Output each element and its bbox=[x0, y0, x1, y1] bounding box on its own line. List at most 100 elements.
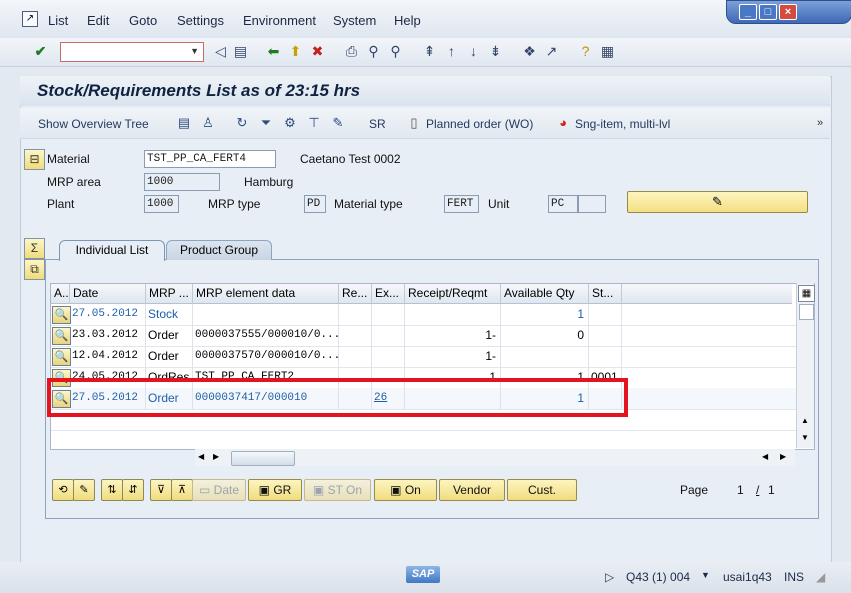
filter-settings-icon[interactable]: ⊤ bbox=[306, 115, 322, 131]
edit-button[interactable]: ✎ bbox=[627, 191, 808, 213]
column-header-mrp-element-data[interactable]: MRP element data bbox=[193, 284, 339, 304]
customize-layout-icon[interactable]: ▦ bbox=[599, 43, 616, 60]
sort-ascending-icon[interactable]: ⇅ bbox=[101, 479, 123, 501]
magnifier-icon[interactable]: 🔍 bbox=[52, 306, 71, 324]
enter-icon[interactable]: ✔ bbox=[32, 43, 49, 60]
show-overview-tree-button[interactable]: Show Overview Tree bbox=[38, 117, 149, 131]
column-header-ex[interactable]: Ex... bbox=[372, 284, 405, 304]
page-current[interactable]: 1 bbox=[737, 483, 744, 497]
find-icon[interactable]: ⚲ bbox=[365, 43, 382, 60]
scroll-right-end-icon[interactable]: ▶ bbox=[780, 452, 786, 461]
scroll-left-icon[interactable]: ◀ bbox=[198, 452, 204, 461]
magnifier-icon[interactable]: 🔍 bbox=[52, 348, 71, 366]
scroll-left-end-icon[interactable]: ◀ bbox=[762, 452, 768, 461]
unit-field: PC bbox=[548, 195, 578, 213]
command-input[interactable] bbox=[61, 43, 187, 59]
expand-icon[interactable]: ⧉ bbox=[24, 259, 45, 280]
back-icon[interactable]: ⬅ bbox=[265, 43, 282, 60]
column-header-receipt-reqmt[interactable]: Receipt/Reqmt bbox=[405, 284, 501, 304]
chevron-down-icon[interactable]: ▼ bbox=[190, 46, 199, 56]
menu-goto[interactable]: Goto bbox=[129, 13, 157, 28]
menu-environment[interactable]: Environment bbox=[243, 13, 316, 28]
table-row[interactable]: 🔍 12.04.2012 Order 0000037570/000010/0..… bbox=[51, 346, 796, 368]
column-header-date[interactable]: Date bbox=[70, 284, 146, 304]
column-header-filler bbox=[622, 284, 792, 304]
scroll-right-icon[interactable]: ▶ bbox=[213, 452, 219, 461]
column-header-mrp[interactable]: MRP ... bbox=[146, 284, 193, 304]
page-title: Stock/Requirements List as of 23:15 hrs bbox=[37, 81, 361, 100]
more-icon[interactable]: » bbox=[812, 115, 828, 131]
table-row[interactable]: 🔍 27.05.2012 Stock 1 bbox=[51, 304, 796, 326]
menu-help[interactable]: Help bbox=[394, 13, 421, 28]
back-save-left-icon[interactable]: ◁ bbox=[212, 43, 229, 60]
date-cell: 12.04.2012 bbox=[70, 346, 146, 367]
sr-button[interactable]: SR bbox=[369, 117, 386, 131]
re-cell bbox=[339, 325, 372, 346]
shortcut-icon[interactable]: ↗ bbox=[543, 43, 560, 60]
menu-edit[interactable]: Edit bbox=[87, 13, 109, 28]
exit-icon[interactable]: ⬆ bbox=[287, 43, 304, 60]
st-on-button[interactable]: ▣ ST On bbox=[304, 479, 371, 501]
mrp-area-description: Hamburg bbox=[244, 175, 294, 189]
column-settings-icon[interactable]: ▦ bbox=[798, 285, 815, 302]
edit-filter-icon[interactable]: ✎ bbox=[330, 115, 346, 131]
scroll-thumb[interactable] bbox=[799, 304, 814, 320]
sum-icon[interactable]: Σ bbox=[24, 238, 45, 259]
vertical-scrollbar[interactable]: ▦ ▲ ▼ bbox=[796, 283, 815, 448]
material-field[interactable]: TST_PP_CA_FERT4 bbox=[144, 150, 276, 168]
first-page-icon[interactable]: ⇞ bbox=[421, 43, 438, 60]
on-button[interactable]: ▣ On bbox=[374, 479, 437, 501]
menu-system[interactable]: System bbox=[333, 13, 376, 28]
column-header-st[interactable]: St... bbox=[589, 284, 622, 304]
status-expand-icon[interactable]: ▷ bbox=[605, 570, 614, 584]
menu-list[interactable]: List bbox=[48, 13, 68, 28]
horizontal-scroll-thumb[interactable] bbox=[231, 451, 295, 466]
cancel-icon[interactable]: ✖ bbox=[309, 43, 326, 60]
magnifier-icon[interactable]: 🔍 bbox=[52, 327, 71, 345]
collapse-icon[interactable]: ⊽ bbox=[150, 479, 172, 501]
column-header-available-qty[interactable]: Available Qty bbox=[501, 284, 589, 304]
save-icon[interactable]: ▤ bbox=[232, 43, 249, 60]
customer-button[interactable]: Cust. bbox=[507, 479, 577, 501]
expand-up-icon[interactable]: ⊼ bbox=[171, 479, 193, 501]
menu-settings[interactable]: Settings bbox=[177, 13, 224, 28]
sng-item-button[interactable]: Sng-item, multi-lvl bbox=[575, 117, 670, 131]
scroll-up-icon[interactable]: ▲ bbox=[801, 416, 809, 425]
refresh-icon[interactable]: ↻ bbox=[234, 115, 250, 131]
material-tree-icon[interactable]: ⊟ bbox=[24, 149, 45, 170]
sort-descending-icon[interactable]: ⇵ bbox=[122, 479, 144, 501]
create-session-icon[interactable]: ❖ bbox=[521, 43, 538, 60]
system-dropdown-icon[interactable]: ▼ bbox=[701, 570, 710, 580]
help-icon[interactable]: ? bbox=[577, 43, 594, 60]
ex-cell bbox=[372, 346, 405, 367]
planned-order-button[interactable]: Planned order (WO) bbox=[426, 117, 533, 131]
column-header-a[interactable]: A.. bbox=[51, 284, 70, 304]
gr-button[interactable]: ▣ GR bbox=[248, 479, 302, 501]
settings-icon[interactable]: ⚙ bbox=[282, 115, 298, 131]
next-page-icon[interactable]: ↓ bbox=[465, 43, 482, 60]
tab-product-group[interactable]: Product Group bbox=[166, 240, 272, 260]
maximize-icon[interactable]: □ bbox=[759, 4, 777, 20]
display-element-icon[interactable]: ⟲ bbox=[52, 479, 74, 501]
previous-page-icon[interactable]: ↑ bbox=[443, 43, 460, 60]
user-icon[interactable]: ♙ bbox=[200, 115, 216, 131]
detail-icon[interactable]: ▤ bbox=[176, 115, 192, 131]
date-button[interactable]: ▭ Date bbox=[192, 479, 246, 501]
minimize-icon[interactable]: _ bbox=[739, 4, 757, 20]
menu-bar: ↗ List Edit Goto Settings Environment Sy… bbox=[0, 0, 851, 38]
close-icon[interactable]: × bbox=[779, 4, 797, 20]
tab-individual-list[interactable]: Individual List bbox=[59, 240, 165, 261]
menu-icon[interactable]: ↗ bbox=[22, 11, 38, 27]
filter-icon[interactable]: ⏷ bbox=[258, 115, 274, 131]
find-next-icon[interactable]: ⚲ bbox=[387, 43, 404, 60]
table-row[interactable]: 🔍 23.03.2012 Order 0000037555/000010/0..… bbox=[51, 325, 796, 347]
vendor-button[interactable]: Vendor bbox=[439, 479, 505, 501]
last-page-icon[interactable]: ⇟ bbox=[487, 43, 504, 60]
pencil-icon[interactable]: ✎ bbox=[73, 479, 95, 501]
print-icon[interactable]: ⎙ bbox=[343, 43, 360, 60]
command-field[interactable]: ▼ bbox=[60, 42, 204, 62]
sap-logo: SAP bbox=[406, 566, 440, 583]
scroll-down-icon[interactable]: ▼ bbox=[801, 433, 809, 442]
date-cell: 27.05.2012 bbox=[70, 304, 146, 325]
column-header-re[interactable]: Re... bbox=[339, 284, 372, 304]
